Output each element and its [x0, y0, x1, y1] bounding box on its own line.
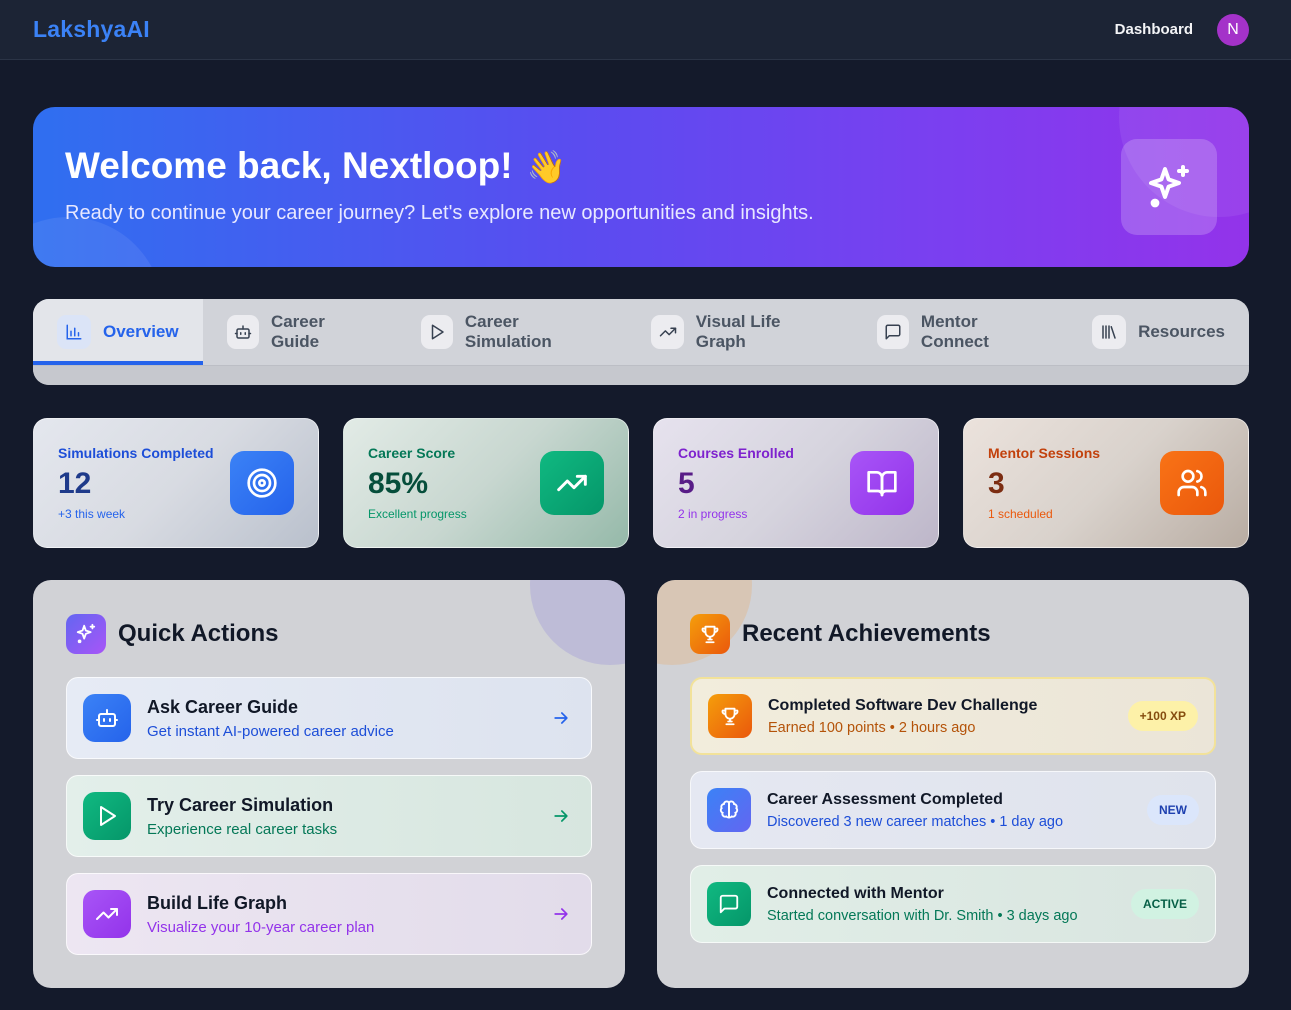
tab-resources[interactable]: Resources — [1068, 299, 1249, 365]
play-icon — [420, 315, 453, 349]
achievement-title: Career Assessment Completed — [767, 790, 1003, 808]
stat-card-simulations: Simulations Completed 12 +3 this week — [33, 418, 319, 548]
welcome-banner: Welcome back, Nextloop! 👋 Ready to contin… — [33, 107, 1249, 267]
target-icon — [230, 451, 294, 515]
panel-title: Quick Actions — [118, 620, 279, 647]
panel-title: Recent Achievements — [742, 620, 991, 647]
bot-icon — [226, 315, 259, 349]
achievement-subtitle: Discovered 3 new career matches • 1 day … — [767, 813, 1064, 830]
message-square-icon — [707, 882, 751, 926]
arrow-right-icon — [554, 810, 568, 822]
panel-decoration — [530, 580, 625, 665]
tab-label: Career Simulation — [464, 312, 552, 351]
tab-label: Overview — [103, 322, 179, 341]
tab-label: Resources — [1138, 322, 1225, 341]
achievement-text: Career Assessment Completed Discovered 3… — [767, 791, 1147, 830]
app-logo[interactable]: LakshyaAI — [33, 16, 150, 43]
sparkles-icon — [1121, 139, 1217, 235]
xp-badge: +100 XP — [1127, 701, 1198, 731]
quick-action-text: Build Life Graph Visualize your 10-year … — [147, 893, 551, 936]
quick-action-try-career-simulation[interactable]: Try Career Simulation Experience real ca… — [66, 775, 592, 857]
tab-career-simulation[interactable]: Career Simulation — [397, 299, 628, 365]
status-badge: ACTIVE — [1130, 889, 1199, 919]
stat-card-courses: Courses Enrolled 5 2 in progress — [653, 418, 939, 548]
stat-card-career-score: Career Score 85% Excellent progress — [343, 418, 629, 548]
tab-label: Visual Life Graph — [695, 312, 781, 351]
tab-overview[interactable]: Overview — [33, 299, 203, 365]
welcome-title-text: Welcome back, Nextloop! — [65, 145, 513, 186]
achievement-item: Completed Software Dev Challenge Earned … — [690, 677, 1216, 755]
quick-action-text: Try Career Simulation Experience real ca… — [147, 795, 551, 838]
bot-icon — [83, 694, 131, 742]
brain-icon — [707, 788, 751, 832]
quick-action-title: Build Life Graph — [147, 892, 288, 913]
users-icon — [1160, 451, 1224, 515]
tabs-scrollbar[interactable] — [33, 365, 1249, 385]
nav-dashboard-link[interactable]: Dashboard — [1115, 21, 1193, 38]
main-tabs: Overview Career Guide Career Simulation … — [33, 299, 1249, 385]
trending-up-icon — [651, 315, 684, 349]
trending-up-icon — [83, 890, 131, 938]
message-square-icon — [876, 315, 909, 349]
sparkles-icon — [66, 614, 106, 654]
quick-action-subtitle: Get instant AI-powered career advice — [147, 722, 394, 740]
trophy-icon — [708, 694, 752, 738]
quick-action-subtitle: Experience real career tasks — [147, 820, 338, 838]
arrow-right-icon — [554, 908, 568, 920]
achievement-title: Completed Software Dev Challenge — [768, 696, 1038, 714]
quick-actions-header: Quick Actions — [66, 614, 278, 654]
bar-chart-icon — [57, 315, 91, 349]
top-nav-right: Dashboard N — [1115, 13, 1249, 46]
quick-action-ask-career-guide[interactable]: Ask Career Guide Get instant AI-powered … — [66, 677, 592, 759]
quick-action-subtitle: Visualize your 10-year career plan — [147, 918, 375, 936]
achievement-text: Connected with Mentor Started conversati… — [767, 885, 1131, 924]
achievements-header: Recent Achievements — [690, 614, 991, 654]
achievement-title: Connected with Mentor — [767, 884, 944, 902]
achievement-text: Completed Software Dev Challenge Earned … — [768, 697, 1128, 736]
welcome-subtitle: Ready to continue your career journey? L… — [65, 202, 814, 224]
trending-up-icon — [540, 451, 604, 515]
top-nav: LakshyaAI Dashboard N — [0, 0, 1291, 60]
quick-action-text: Ask Career Guide Get instant AI-powered … — [147, 697, 551, 740]
achievement-item: Connected with Mentor Started conversati… — [690, 865, 1216, 943]
tab-visual-life-graph[interactable]: Visual Life Graph — [627, 299, 852, 365]
tab-label: Career Guide — [270, 312, 325, 351]
status-badge: NEW — [1147, 795, 1199, 825]
quick-action-title: Try Career Simulation — [147, 794, 334, 815]
recent-achievements-panel: Recent Achievements Completed Software D… — [657, 580, 1249, 988]
stat-card-mentor-sessions: Mentor Sessions 3 1 scheduled — [963, 418, 1249, 548]
welcome-heading: Welcome back, Nextloop! 👋 — [65, 145, 566, 187]
waving-hand-icon: 👋 — [526, 149, 567, 185]
trophy-icon — [690, 614, 730, 654]
achievement-subtitle: Earned 100 points • 2 hours ago — [768, 719, 976, 736]
arrow-right-icon — [554, 712, 568, 724]
quick-action-build-life-graph[interactable]: Build Life Graph Visualize your 10-year … — [66, 873, 592, 955]
user-avatar[interactable]: N — [1217, 13, 1249, 46]
tab-mentor-connect[interactable]: Mentor Connect — [853, 299, 1069, 365]
library-icon — [1092, 315, 1127, 349]
quick-actions-panel: Quick Actions Ask Career Guide Get insta… — [33, 580, 625, 988]
play-icon — [83, 792, 131, 840]
achievement-subtitle: Started conversation with Dr. Smith • 3 … — [767, 907, 1078, 924]
book-open-icon — [850, 451, 914, 515]
tab-career-guide[interactable]: Career Guide — [203, 299, 397, 365]
tab-label: Mentor Connect — [920, 312, 989, 351]
achievement-item: Career Assessment Completed Discovered 3… — [690, 771, 1216, 849]
quick-action-title: Ask Career Guide — [147, 696, 299, 717]
